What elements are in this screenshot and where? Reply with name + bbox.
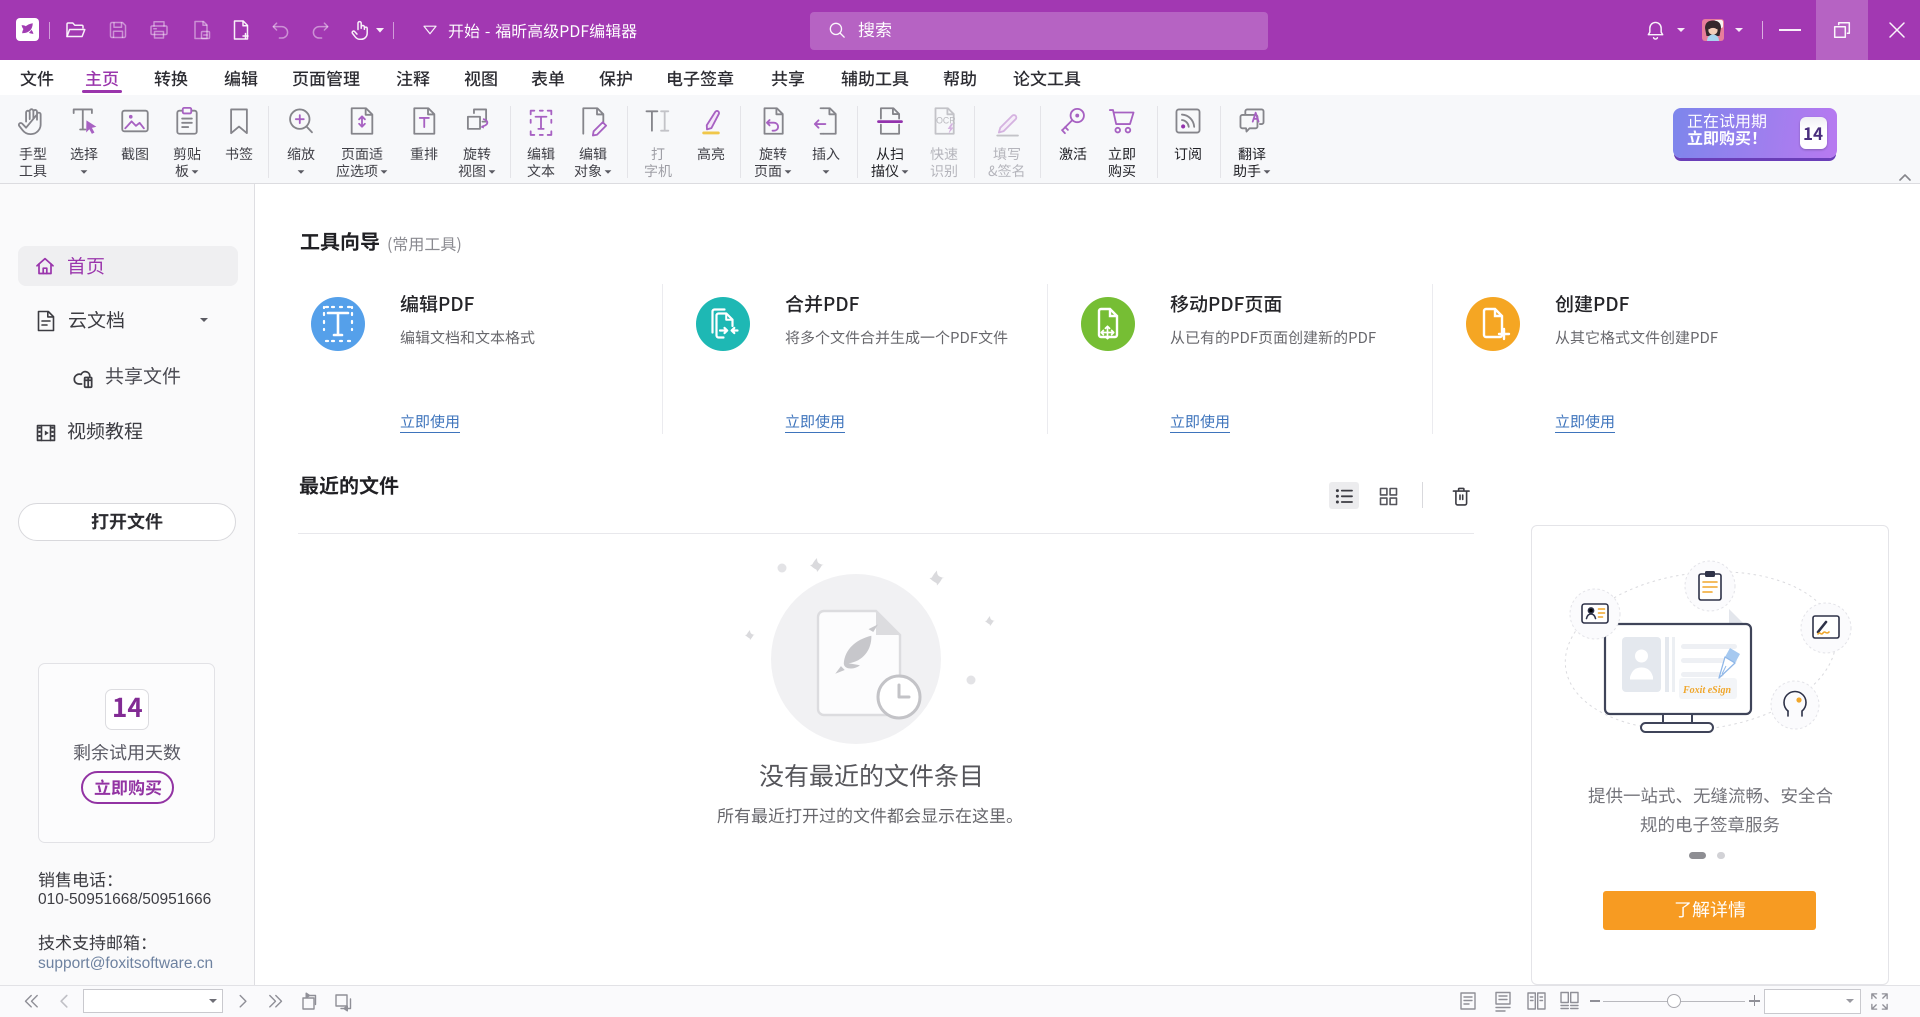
svg-text:Foxit eSign: Foxit eSign [1682, 685, 1732, 696]
